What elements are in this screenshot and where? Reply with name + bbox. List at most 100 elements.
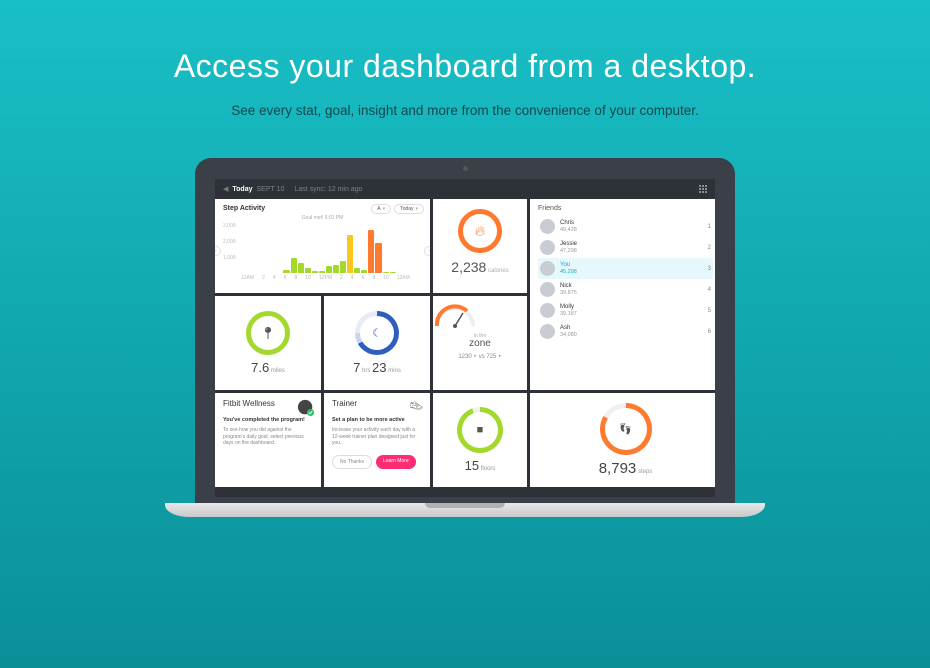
bar: [347, 235, 353, 273]
x-tick: 12PM: [319, 275, 332, 281]
step-bar-chart: 3,000 2,000 1,000: [223, 223, 422, 273]
step-filter-metric[interactable]: A▾: [371, 204, 391, 214]
trainer-card[interactable]: Trainer 👟︎ Set a plan to be more active …: [324, 393, 430, 487]
friend-rank: 2: [708, 245, 711, 251]
friend-rank: 6: [708, 329, 711, 335]
x-tick: 6: [362, 275, 365, 281]
friend-row[interactable]: Chris49,4281: [538, 216, 713, 237]
wellness-card[interactable]: Fitbit Wellness You've completed the pro…: [215, 393, 321, 487]
avatar: [540, 282, 555, 297]
friend-steps: 39,187: [560, 311, 708, 317]
zone-card[interactable]: in the zone 1230 ‣ vs 725 ‣: [433, 296, 527, 390]
x-tick: 6: [284, 275, 287, 281]
avatar: [540, 324, 555, 339]
x-tick: 12AM: [397, 275, 410, 281]
hero-subtitle: See every stat, goal, insight and more f…: [0, 103, 930, 118]
no-thanks-button[interactable]: No Thanks: [332, 455, 372, 469]
bar: [305, 268, 311, 273]
last-sync: Last sync: 12 min ago: [294, 186, 362, 193]
bar: [312, 271, 318, 274]
laptop-mockup: ◀ Today SEPT 10 Last sync: 12 min ago St…: [195, 158, 735, 517]
pin-icon: 📍︎: [260, 326, 275, 340]
zone-gauge: [433, 304, 477, 328]
bar: [283, 270, 289, 273]
friend-rank: 1: [708, 224, 711, 230]
friend-name: You: [560, 262, 708, 269]
bar: [298, 263, 304, 273]
prev-day-arrow[interactable]: ◀: [223, 185, 228, 193]
bar: [383, 272, 389, 273]
calories-ring: 🔥︎: [458, 209, 502, 253]
sleep-card[interactable]: ☾ 7 hrs 23 mins: [324, 296, 430, 390]
bar: [326, 266, 332, 273]
x-tick: 2: [262, 275, 265, 281]
friend-steps: 49,428: [560, 227, 708, 233]
chart-next[interactable]: ›: [424, 246, 430, 256]
miles-value: 7.6: [251, 360, 269, 375]
friend-rank: 5: [708, 308, 711, 314]
friend-name: Nick: [560, 283, 708, 290]
calories-unit: calories: [488, 268, 509, 274]
dashboard-header: ◀ Today SEPT 10 Last sync: 12 min ago: [215, 179, 715, 199]
floors-card[interactable]: ■ 15 floors: [433, 393, 527, 487]
x-tick: 10: [383, 275, 389, 281]
dashboard-screen: ◀ Today SEPT 10 Last sync: 12 min ago St…: [215, 179, 715, 497]
shoe-icon: 👟︎: [409, 399, 424, 413]
steps-ring: 👣︎: [600, 403, 652, 455]
bar: [340, 261, 346, 273]
floors-value: 15: [465, 458, 479, 473]
chart-prev[interactable]: ‹: [215, 246, 221, 256]
x-tick: 2: [340, 275, 343, 281]
moon-icon: ☾: [372, 327, 382, 340]
sleep-mins: 23: [372, 360, 386, 375]
learn-more-button[interactable]: Learn More: [376, 455, 416, 469]
friend-row[interactable]: Nick39,8754: [538, 279, 713, 300]
avatar: [540, 240, 555, 255]
bar: [361, 270, 367, 273]
bar: [354, 268, 360, 273]
miles-card[interactable]: 📍︎ 7.6 miles: [215, 296, 321, 390]
steps-card[interactable]: 👣︎ 8,793 steps: [530, 393, 715, 487]
bar: [390, 272, 396, 273]
y-tick: 2,000: [223, 239, 236, 245]
calories-card[interactable]: 🔥︎ 2,238 calories: [433, 199, 527, 293]
today-label[interactable]: Today: [232, 186, 252, 193]
calories-value: 2,238: [451, 259, 486, 275]
flame-icon: 🔥︎: [475, 223, 485, 240]
x-tick: 4: [351, 275, 354, 281]
miles-unit: miles: [271, 368, 285, 374]
friends-card[interactable]: Friends Chris49,4281Jessie47,2982You45,2…: [530, 199, 715, 390]
friend-name: Molly: [560, 304, 708, 311]
x-tick: 12AM: [241, 275, 254, 281]
friend-row[interactable]: Jessie47,2982: [538, 237, 713, 258]
friend-row[interactable]: You45,2983: [538, 258, 713, 279]
friend-steps: 39,875: [560, 290, 708, 296]
bar: [333, 265, 339, 273]
y-tick: 3,000: [223, 223, 236, 229]
zone-values: 1230 ‣ vs 725 ‣: [433, 353, 527, 360]
step-filter-range[interactable]: Today▾: [394, 204, 424, 214]
friend-row[interactable]: Ash34,0806: [538, 321, 713, 342]
floors-unit: floors: [481, 466, 496, 472]
hero-title: Access your dashboard from a desktop.: [0, 48, 930, 85]
wellness-badge-icon: [297, 399, 315, 417]
wellness-headline: You've completed the program!: [223, 417, 313, 424]
bar: [368, 230, 374, 273]
miles-ring: 📍︎: [246, 311, 290, 355]
x-tick: 4: [273, 275, 276, 281]
x-axis: 12AM24681012PM24681012AM: [223, 273, 422, 281]
step-activity-card[interactable]: Step Activity A▾ Today▾ Goal met! 6:01 P…: [215, 199, 430, 293]
trainer-headline: Set a plan to be more active: [332, 417, 422, 424]
goal-met-label: Goal met! 6:01 PM: [223, 215, 422, 221]
friend-row[interactable]: Molly39,1875: [538, 300, 713, 321]
trainer-body: Increase your activity each day with a 1…: [332, 427, 422, 447]
grid-view-icon[interactable]: [699, 185, 707, 193]
zone-label: zone: [433, 338, 527, 349]
floors-ring: ■: [457, 407, 503, 453]
friend-name: Ash: [560, 325, 708, 332]
avatar: [540, 219, 555, 234]
bar: [291, 258, 297, 273]
friend-steps: 47,298: [560, 248, 708, 254]
stairs-icon: ■: [477, 424, 484, 436]
footprint-icon: 👣︎: [619, 423, 633, 436]
